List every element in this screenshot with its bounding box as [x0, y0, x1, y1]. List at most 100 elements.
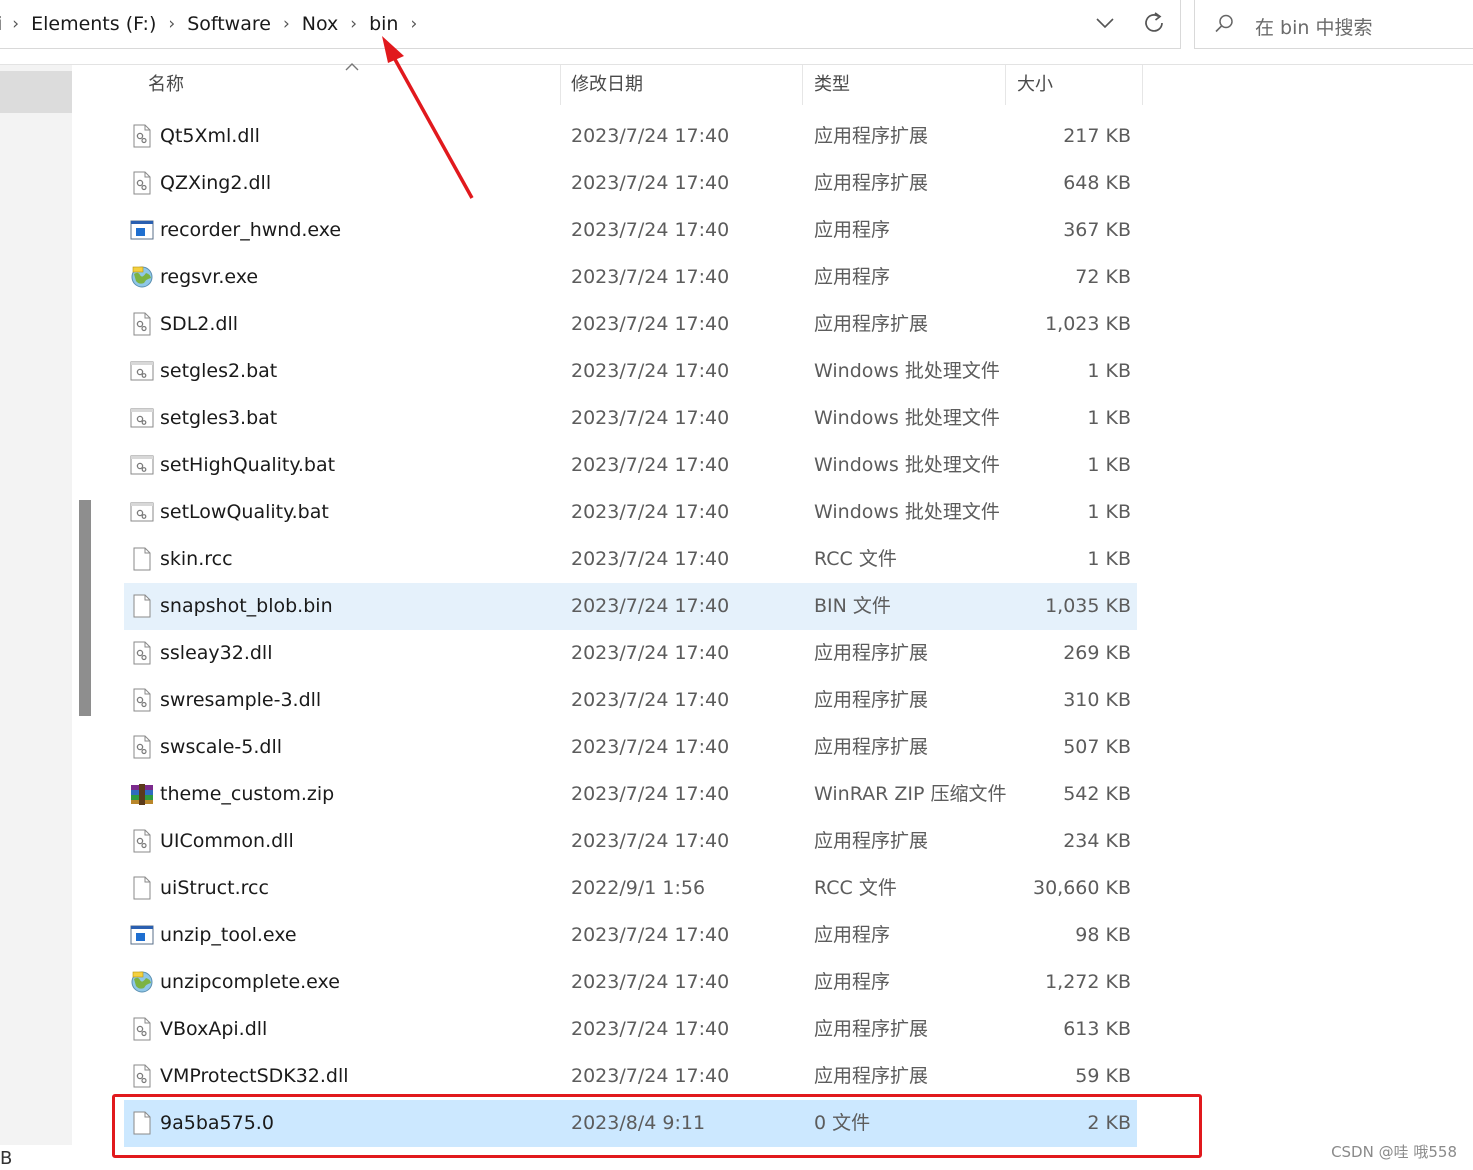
column-header-name[interactable]: 名称 — [124, 65, 561, 105]
file-type: 应用程序 — [814, 219, 891, 241]
file-name: ssleay32.dll — [160, 642, 273, 664]
file-type: BIN 文件 — [814, 595, 891, 617]
file-size: 648 KB — [1063, 172, 1131, 194]
file-name: swscale-5.dll — [160, 736, 282, 758]
file-row[interactable]: swscale-5.dll 2023/7/24 17:40 应用程序扩展 507 KB — [124, 724, 1137, 771]
file-row[interactable]: unzip_tool.exe 2023/7/24 17:40 应用程序 98 KB — [124, 912, 1137, 959]
column-label: 大小 — [1017, 74, 1053, 95]
file-row[interactable]: swresample-3.dll 2023/7/24 17:40 应用程序扩展 310… — [124, 677, 1137, 724]
dll-icon — [130, 688, 154, 712]
search-input[interactable]: 在 bin 中搜索 — [1255, 13, 1372, 40]
file-type: RCC 文件 — [814, 548, 897, 570]
file-row[interactable]: snapshot_blob.bin 2023/7/24 17:40 BIN 文件 1,… — [124, 583, 1137, 630]
file-date: 2023/7/24 17:40 — [571, 219, 730, 241]
bat-icon — [130, 500, 154, 524]
dll-icon — [130, 735, 154, 759]
file-size: 1 KB — [1087, 548, 1131, 570]
file-size: 234 KB — [1063, 830, 1131, 852]
file-row[interactable]: uiStruct.rcc 2022/9/1 1:56 RCC 文件 30,660 KB — [124, 865, 1137, 912]
dll-icon — [130, 1017, 154, 1041]
file-name: theme_custom.zip — [160, 783, 335, 805]
file-row[interactable]: setgles3.bat 2023/7/24 17:40 Windows 批处理文件… — [124, 395, 1137, 442]
file-row[interactable]: unzipcomplete.exe 2023/7/24 17:40 应用程序 1,27… — [124, 959, 1137, 1006]
file-row[interactable]: recorder_hwnd.exe 2023/7/24 17:40 应用程序 367 … — [124, 207, 1137, 254]
file-size: 1 KB — [1087, 454, 1131, 476]
breadcrumb-item-software[interactable]: Software — [187, 13, 271, 35]
breadcrumb-separator[interactable]: › — [168, 14, 175, 34]
file-size: 98 KB — [1075, 924, 1131, 946]
file-type: 应用程序 — [814, 924, 891, 946]
file-type: 应用程序扩展 — [814, 1018, 929, 1040]
refresh-icon[interactable] — [1141, 10, 1167, 36]
file-row[interactable]: SDL2.dll 2023/7/24 17:40 应用程序扩展 1,023 KB — [124, 301, 1137, 348]
file-row[interactable]: Qt5Xml.dll 2023/7/24 17:40 应用程序扩展 217 KB — [124, 113, 1137, 160]
file-type: 应用程序 — [814, 266, 891, 288]
file-row[interactable]: setHighQuality.bat 2023/7/24 17:40 Windows… — [124, 442, 1137, 489]
file-row[interactable]: regsvr.exe 2023/7/24 17:40 应用程序 72 KB — [124, 254, 1137, 301]
file-name: SDL2.dll — [160, 313, 239, 335]
file-type: Windows 批处理文件 — [814, 360, 1000, 382]
file-size: 1 KB — [1087, 501, 1131, 523]
blank-file-icon — [130, 594, 154, 618]
file-row[interactable]: QZXing2.dll 2023/7/24 17:40 应用程序扩展 648 KB — [124, 160, 1137, 207]
file-name: regsvr.exe — [160, 266, 259, 288]
bat-icon — [130, 406, 154, 430]
file-size: 72 KB — [1075, 266, 1131, 288]
file-type: 应用程序扩展 — [814, 642, 929, 664]
file-type: 应用程序扩展 — [814, 125, 929, 147]
address-bar[interactable]: i › Elements (F:) › Software › Nox › bin… — [0, 0, 1181, 49]
file-name: unzipcomplete.exe — [160, 971, 340, 993]
blank-file-icon — [130, 876, 154, 900]
file-type: 应用程序扩展 — [814, 830, 929, 852]
file-name: setgles2.bat — [160, 360, 278, 382]
column-header-size[interactable]: 大小 — [1008, 65, 1143, 105]
file-name: VMProtectSDK32.dll — [160, 1065, 349, 1087]
file-row[interactable]: UICommon.dll 2023/7/24 17:40 应用程序扩展 234 KB — [124, 818, 1137, 865]
file-date: 2023/7/24 17:40 — [571, 360, 730, 382]
file-size: 542 KB — [1063, 783, 1131, 805]
file-name: Qt5Xml.dll — [160, 125, 260, 147]
file-row[interactable]: theme_custom.zip 2023/7/24 17:40 WinRAR ZI… — [124, 771, 1137, 818]
dll-icon — [130, 641, 154, 665]
file-row[interactable]: VBoxApi.dll 2023/7/24 17:40 应用程序扩展 613 KB — [124, 1006, 1137, 1053]
file-type: 应用程序扩展 — [814, 736, 929, 758]
file-name: skin.rcc — [160, 548, 233, 570]
search-box[interactable]: 在 bin 中搜索 — [1194, 0, 1473, 49]
file-date: 2023/7/24 17:40 — [571, 266, 730, 288]
exe-icon — [130, 218, 154, 242]
file-row[interactable]: ssleay32.dll 2023/7/24 17:40 应用程序扩展 269 KB — [124, 630, 1137, 677]
file-size: 30,660 KB — [1032, 877, 1131, 899]
file-date: 2023/7/24 17:40 — [571, 313, 730, 335]
dll-icon — [130, 1064, 154, 1088]
file-date: 2023/7/24 17:40 — [571, 642, 730, 664]
nav-scrollbar-thumb[interactable] — [79, 500, 91, 716]
file-type: 应用程序扩展 — [814, 172, 929, 194]
nav-item-selected[interactable] — [0, 71, 72, 113]
file-row[interactable]: VMProtectSDK32.dll 2023/7/24 17:40 应用程序扩展 5… — [124, 1053, 1137, 1100]
file-date: 2023/7/24 17:40 — [571, 1065, 730, 1087]
file-row[interactable]: skin.rcc 2023/7/24 17:40 RCC 文件 1 KB — [124, 536, 1137, 583]
breadcrumb-separator[interactable]: › — [350, 14, 357, 34]
file-date: 2023/7/24 17:40 — [571, 125, 730, 147]
file-date: 2023/7/24 17:40 — [571, 971, 730, 993]
file-name: swresample-3.dll — [160, 689, 322, 711]
breadcrumb-separator[interactable]: › — [283, 14, 290, 34]
file-date: 2023/7/24 17:40 — [571, 172, 730, 194]
file-type: 应用程序扩展 — [814, 313, 929, 335]
file-row[interactable]: setLowQuality.bat 2023/7/24 17:40 Windows … — [124, 489, 1137, 536]
breadcrumb-item-nox[interactable]: Nox — [302, 13, 339, 35]
file-type: 应用程序 — [814, 971, 891, 993]
globe-exe-icon — [130, 970, 154, 994]
file-size: 507 KB — [1063, 736, 1131, 758]
exe-icon — [130, 923, 154, 947]
column-header-modified[interactable]: 修改日期 — [562, 65, 803, 105]
file-name: QZXing2.dll — [160, 172, 272, 194]
file-size: 59 KB — [1075, 1065, 1131, 1087]
chevron-down-icon[interactable] — [1094, 12, 1116, 34]
column-header-type[interactable]: 类型 — [805, 65, 1006, 105]
dll-icon — [130, 171, 154, 195]
file-name: uiStruct.rcc — [160, 877, 269, 899]
file-row[interactable]: setgles2.bat 2023/7/24 17:40 Windows 批处理文件… — [124, 348, 1137, 395]
annotation-highlight-box — [112, 1094, 1202, 1158]
breadcrumb-item-drive[interactable]: Elements (F:) — [31, 13, 156, 35]
